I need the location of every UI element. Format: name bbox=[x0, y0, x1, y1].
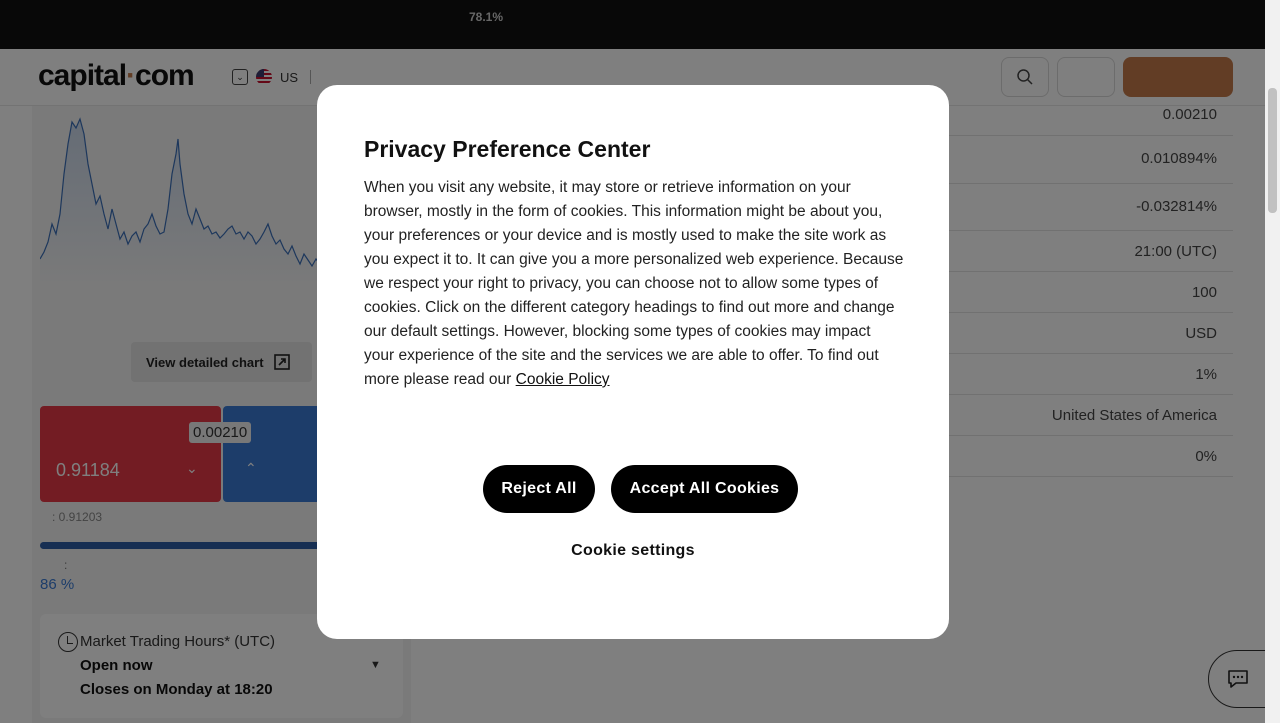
cookie-settings-label: Cookie settings bbox=[571, 542, 695, 559]
page-scrollbar[interactable] bbox=[1265, 0, 1280, 723]
cookie-settings-button[interactable]: Cookie settings bbox=[317, 542, 949, 560]
reject-all-button[interactable]: Reject All bbox=[483, 465, 595, 513]
modal-description-text: When you visit any website, it may store… bbox=[364, 179, 904, 388]
scrollbar-thumb[interactable] bbox=[1268, 88, 1277, 213]
modal-title: Privacy Preference Center bbox=[364, 136, 651, 162]
privacy-modal: Privacy Preference Center When you visit… bbox=[317, 85, 949, 639]
modal-description: When you visit any website, it may store… bbox=[364, 176, 904, 392]
cookie-policy-link[interactable]: Cookie Policy bbox=[516, 371, 610, 388]
accept-all-button[interactable]: Accept All Cookies bbox=[611, 465, 798, 513]
